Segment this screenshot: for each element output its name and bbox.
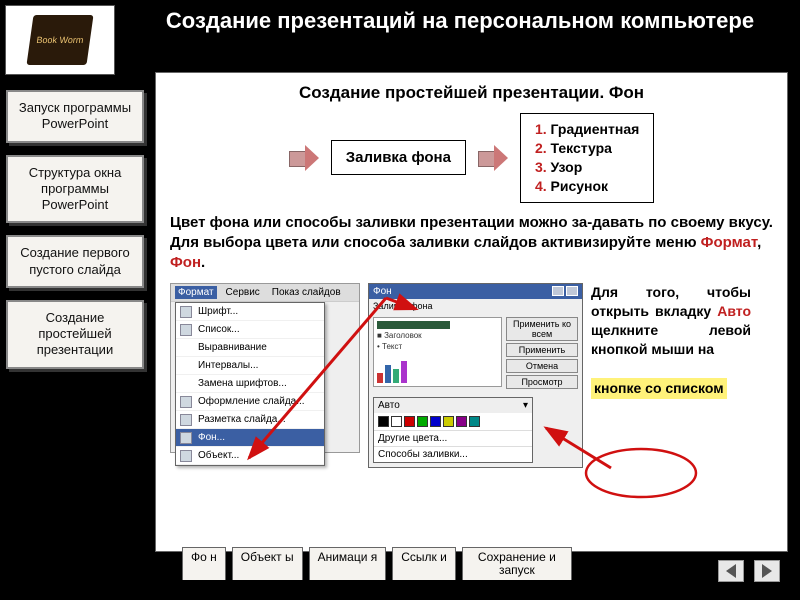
page-title: Создание презентаций на персональном ком… [130, 8, 790, 34]
sidebar: Запуск программы PowerPoint Структура ок… [0, 90, 150, 369]
chevron-down-icon[interactable]: ▾ [523, 400, 528, 411]
sidebar-item-label: Создание первого пустого слайда [20, 245, 129, 276]
sidebar-item-launch[interactable]: Запуск программы PowerPoint [6, 90, 144, 143]
dialog-titlebar: Фон [369, 284, 582, 299]
menu-tab-format: Формат [175, 286, 217, 299]
tab-objects[interactable]: Объект ы [232, 547, 303, 580]
sidebar-item-structure[interactable]: Структура окна программы PowerPoint [6, 155, 144, 224]
tab-animation[interactable]: Анимаци я [309, 547, 387, 580]
dialog-buttons: Применить ко всем Применить Отмена Просм… [506, 317, 578, 389]
flow-fill-box: Заливка фона [331, 140, 466, 175]
menu-tab-slideshow: Показ слайдов [269, 286, 344, 299]
bottom-tabs: Фо н Объект ы Анимаци я Ссылк и Сохранен… [182, 547, 572, 580]
prev-button[interactable] [718, 560, 744, 582]
preview-button[interactable]: Просмотр [506, 375, 578, 389]
nav-arrows [718, 560, 780, 582]
body-paragraph: Цвет фона или способы заливки презентаци… [170, 213, 773, 274]
help-icon [552, 286, 564, 296]
sidebar-item-label: Запуск программы PowerPoint [19, 100, 131, 131]
sidebar-item-simple-pres[interactable]: Создание простейшей презентации [6, 300, 144, 369]
content-panel: Создание простейшей презентации. Фон Зал… [155, 72, 788, 552]
color-dropdown: Авто▾ Другие цвета... Способы заливки... [373, 397, 533, 463]
fill-options-list: 1. Градиентная 2. Текстура 3. Узор 4. Ри… [520, 113, 654, 203]
arrow-icon [289, 145, 319, 171]
tab-save-run[interactable]: Сохранение и запуск [462, 547, 572, 580]
flow-row: Заливка фона 1. Градиентная 2. Текстура … [170, 113, 773, 203]
format-dropdown: Шрифт... Список... Выравнивание Интервал… [175, 302, 325, 466]
apply-button[interactable]: Применить [506, 343, 578, 357]
apply-all-button[interactable]: Применить ко всем [506, 317, 578, 341]
mock-format-menu: Формат Сервис Показ слайдов Шрифт... Спи… [170, 283, 360, 453]
bookworm-logo: Book Worm [5, 5, 115, 75]
side-instruction: Для того, чтобы открыть вкладку Авто щел… [591, 283, 751, 398]
highlight-box: кнопке со списком [591, 378, 727, 399]
dialog-preview: ■ Заголовок • Текст [373, 317, 502, 387]
sidebar-item-label: Структура окна программы PowerPoint [29, 165, 122, 213]
mock-background-dialog: Фон Заливка фона ■ Заголовок • Текст При… [368, 283, 583, 468]
screenshots-row: Формат Сервис Показ слайдов Шрифт... Спи… [170, 283, 773, 468]
sidebar-item-label: Создание простейшей презентации [37, 310, 113, 358]
close-icon [566, 286, 578, 296]
menubar: Формат Сервис Показ слайдов [171, 284, 359, 302]
arrow-icon [478, 145, 508, 171]
sidebar-item-first-slide[interactable]: Создание первого пустого слайда [6, 235, 144, 288]
tab-background[interactable]: Фо н [182, 547, 226, 580]
tab-links[interactable]: Ссылк и [392, 547, 456, 580]
next-button[interactable] [754, 560, 780, 582]
cancel-button[interactable]: Отмена [506, 359, 578, 373]
menu-tab-service: Сервис [223, 286, 263, 299]
content-heading: Создание простейшей презентации. Фон [170, 83, 773, 103]
color-swatches [374, 413, 532, 430]
menu-item-background: Фон... [176, 429, 324, 447]
triangle-left-icon [726, 564, 736, 578]
logo-text: Book Worm [26, 15, 93, 65]
triangle-right-icon [762, 564, 772, 578]
dialog-section-label: Заливка фона [369, 299, 582, 313]
